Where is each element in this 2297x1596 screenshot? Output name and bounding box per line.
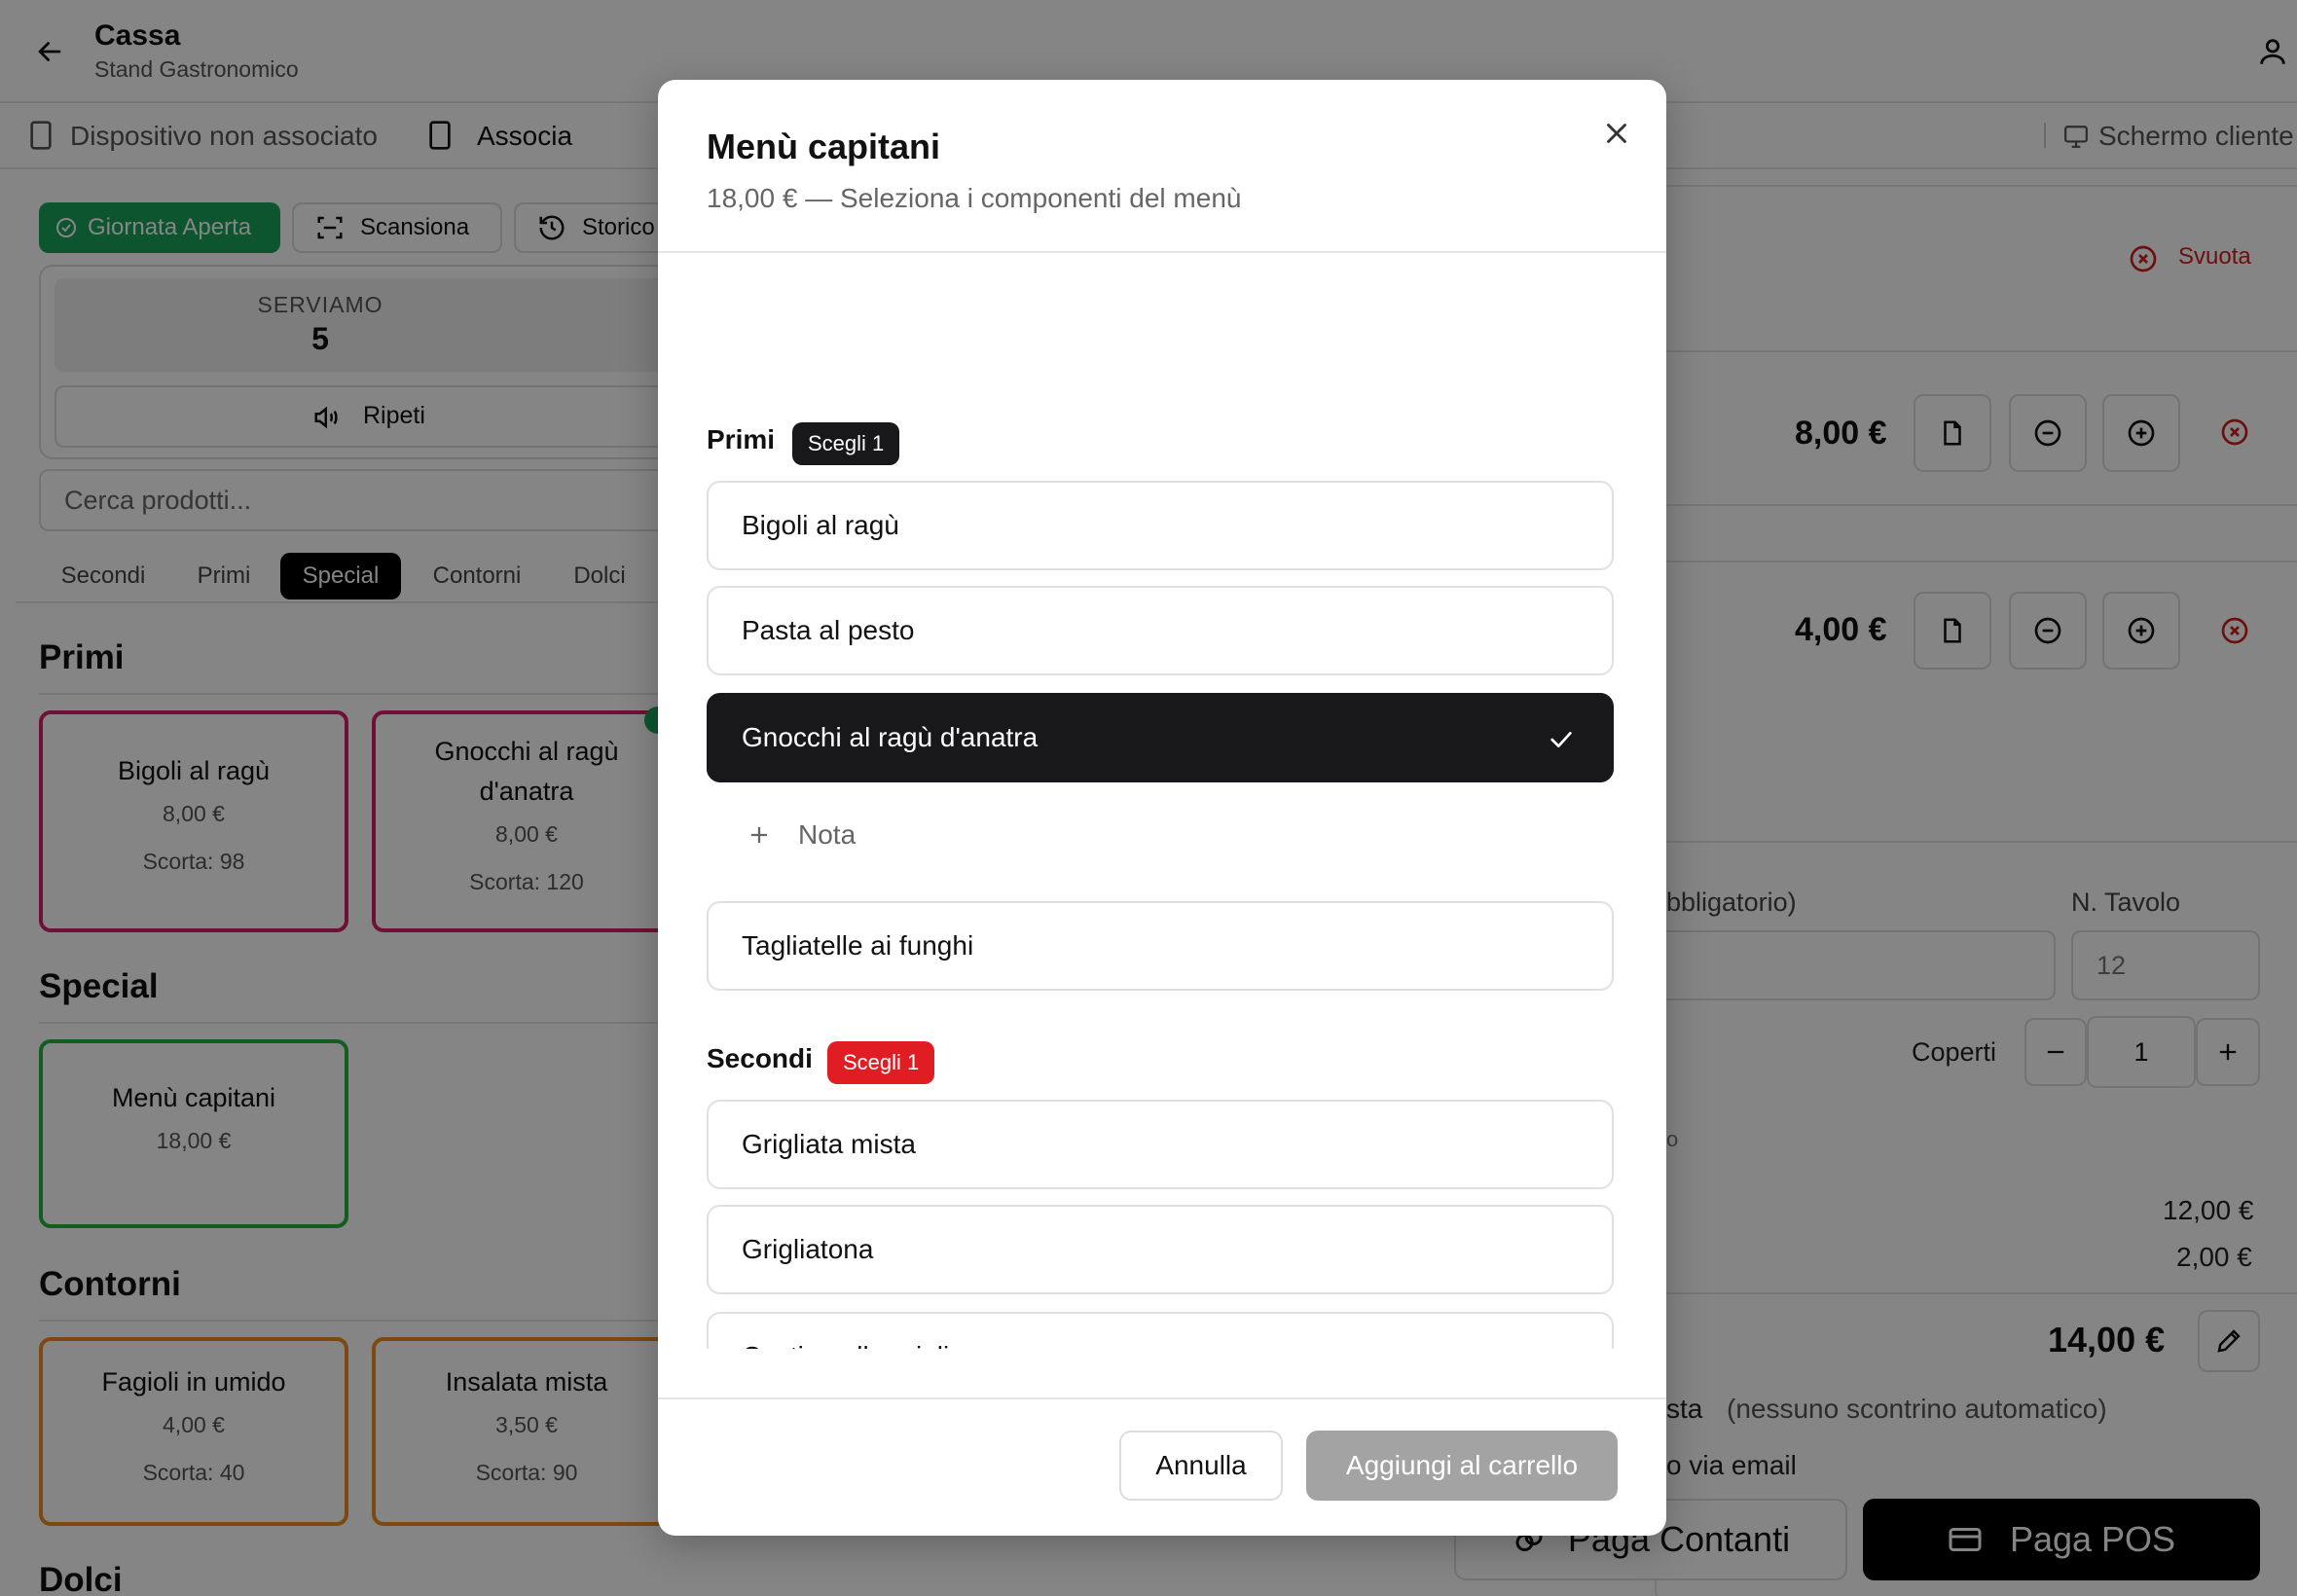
option-label: Pasta al pesto [742,615,915,645]
choose-badge: Scegli 1 [827,1041,935,1084]
cancel-button[interactable]: Annulla [1119,1431,1283,1501]
option-tagliatelle[interactable]: Tagliatelle ai funghi [707,901,1614,991]
option-label: Bigoli al ragù [742,510,899,540]
option-gnocchi-selected[interactable]: Gnocchi al ragù d'anatra [707,693,1614,782]
add-to-cart-button[interactable]: Aggiungi al carrello [1306,1431,1618,1501]
note-label: Nota [798,819,857,850]
option-label: Gnocchi al ragù d'anatra [742,722,1039,752]
add-note-button[interactable]: Nota [746,819,856,851]
option-grigliatona[interactable]: Grigliatona [707,1205,1614,1294]
modal-subtitle: 18,00 € — Seleziona i componenti del men… [707,183,1242,213]
choose-badge: Scegli 1 [792,422,900,465]
check-icon [1546,724,1577,755]
modal-title: Menù capitani [707,127,941,166]
option-pasta-pesto[interactable]: Pasta al pesto [707,586,1614,675]
menu-modal: Menù capitani 18,00 € — Seleziona i comp… [658,80,1666,1536]
group-label-secondi: Secondi [707,1043,813,1073]
option-label: Tagliatelle ai funghi [742,930,974,961]
option-label: Costine alla griglia [742,1341,965,1349]
option-bigoli[interactable]: Bigoli al ragù [707,481,1614,570]
option-grigliata-mista[interactable]: Grigliata mista [707,1100,1614,1189]
group-label-primi: Primi [707,424,776,454]
plus-icon [746,821,773,849]
modal-body: Primi Scegli 1 Bigoli al ragù Pasta al p… [658,253,1666,1349]
option-label: Grigliata mista [742,1129,916,1159]
close-icon[interactable] [1600,117,1633,150]
modal-divider [658,1397,1666,1399]
option-label: Grigliatona [742,1234,874,1264]
option-costine[interactable]: Costine alla griglia [707,1312,1614,1349]
